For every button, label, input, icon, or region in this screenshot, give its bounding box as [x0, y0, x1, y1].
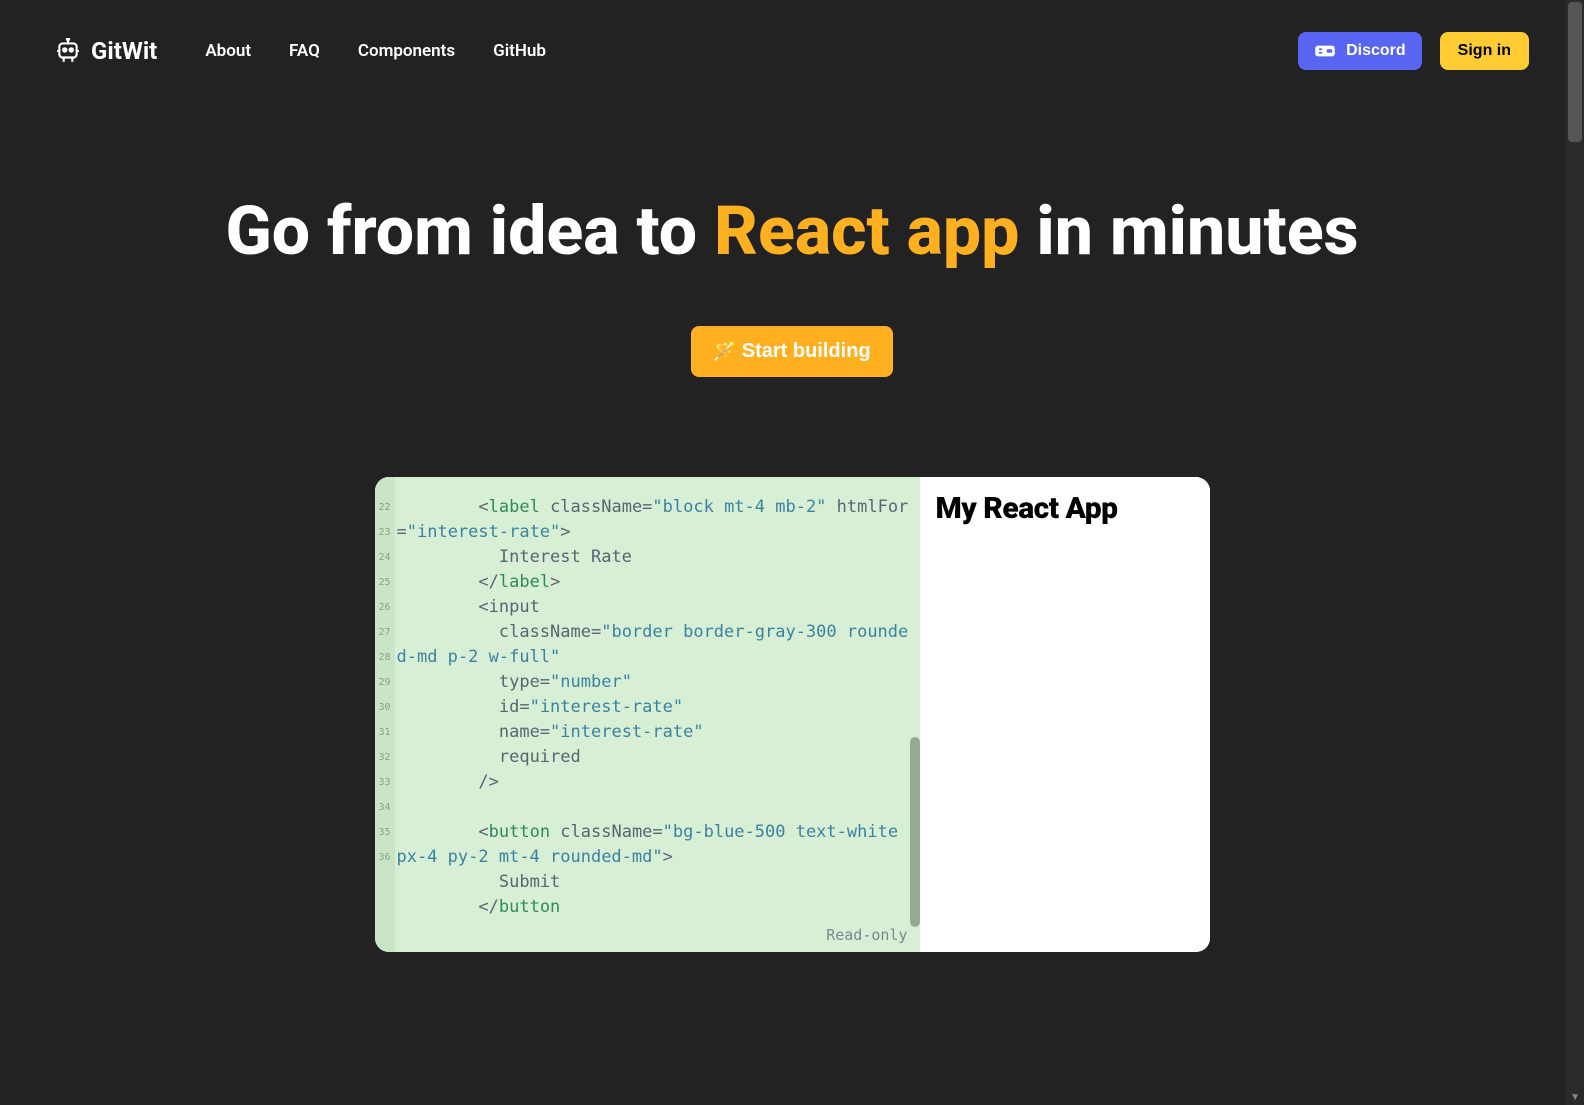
line-number: 29 — [375, 670, 395, 695]
preview-heading: My React App — [936, 491, 1194, 526]
hero-title-highlight: React app — [714, 191, 1019, 271]
hero-title-post: in minutes — [1019, 191, 1358, 271]
signin-button[interactable]: Sign in — [1440, 32, 1529, 70]
line-number: 28 — [375, 645, 395, 670]
line-number: 32 — [375, 745, 395, 770]
line-number: 36 — [375, 845, 395, 870]
code-scrollbar[interactable] — [910, 737, 920, 927]
line-number: 33 — [375, 770, 395, 795]
line-number: 25 — [375, 570, 395, 595]
line-number: 24 — [375, 545, 395, 570]
line-number: 34 — [375, 795, 395, 820]
nav-about[interactable]: About — [205, 41, 251, 61]
hero: Go from idea to React app in minutes 🪄 S… — [0, 192, 1584, 377]
discord-icon — [1314, 43, 1336, 59]
scrollbar-thumb[interactable] — [1568, 2, 1582, 142]
nav-faq[interactable]: FAQ — [289, 41, 320, 61]
start-label: Start building — [742, 340, 871, 363]
line-number: 31 — [375, 720, 395, 745]
header: GitWit About FAQ Components GitHub Disco… — [0, 0, 1584, 102]
page-scrollbar[interactable]: ▼ — [1566, 0, 1584, 1105]
readonly-badge: Read-only — [826, 923, 907, 948]
line-number: 23 — [375, 520, 395, 545]
hero-title-pre: Go from idea to — [225, 191, 714, 271]
discord-button[interactable]: Discord — [1298, 32, 1422, 70]
nav-components[interactable]: Components — [358, 41, 455, 61]
line-number: 26 — [375, 595, 395, 620]
nav-github[interactable]: GitHub — [493, 41, 546, 61]
brand-name: GitWit — [91, 37, 157, 65]
line-number-gutter: 222324252627282930313233343536 — [375, 477, 395, 952]
preview-panel: My React App — [920, 477, 1210, 952]
scroll-down-icon[interactable]: ▼ — [1570, 1092, 1580, 1103]
start-building-button[interactable]: 🪄 Start building — [691, 326, 892, 377]
code-body: <label className="block mt-4 mb-2" htmlF… — [397, 495, 910, 920]
line-number: 35 — [375, 820, 395, 845]
robot-icon — [55, 38, 81, 64]
main-nav: About FAQ Components GitHub — [205, 41, 546, 61]
wand-icon: 🪄 — [713, 341, 735, 362]
line-number: 22 — [375, 495, 395, 520]
hero-title: Go from idea to React app in minutes — [0, 192, 1584, 270]
line-number: 27 — [375, 620, 395, 645]
line-number: 30 — [375, 695, 395, 720]
demo-window: 222324252627282930313233343536 <label cl… — [375, 477, 1210, 952]
logo[interactable]: GitWit — [55, 37, 157, 65]
code-panel: 222324252627282930313233343536 <label cl… — [375, 477, 920, 952]
header-actions: Discord Sign in — [1298, 32, 1529, 70]
discord-label: Discord — [1346, 42, 1406, 60]
